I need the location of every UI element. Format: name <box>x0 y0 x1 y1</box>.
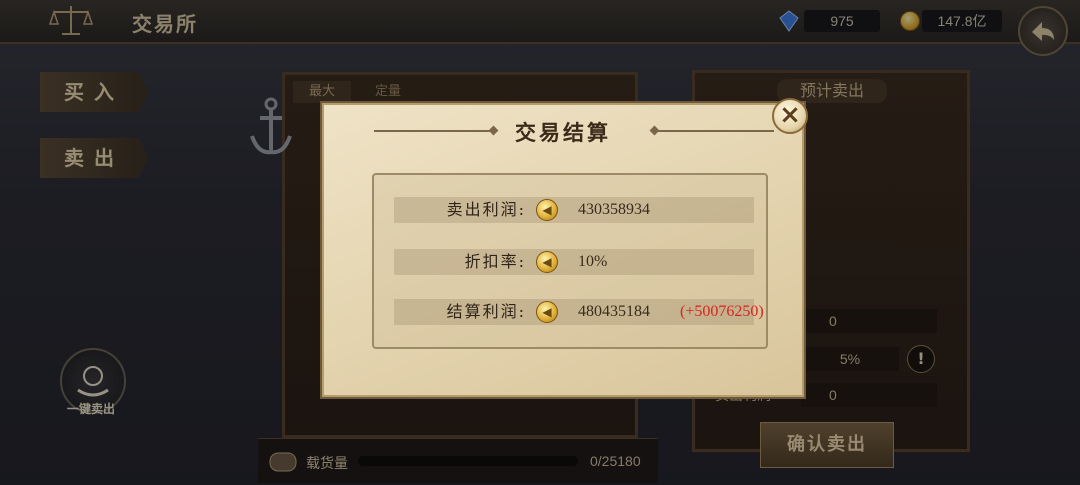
row-label: 折扣率: <box>464 252 526 271</box>
settlement-dialog: 交易结算 卖出利润: ◀ 430358934 折扣率: ◀ 10% 结算利润: … <box>322 103 804 397</box>
settlement-row-profit: 卖出利润: ◀ 430358934 <box>394 197 754 223</box>
dialog-title: 交易结算 <box>515 120 611 145</box>
settlement-row-discount: 折扣率: ◀ 10% <box>394 249 754 275</box>
row-label: 卖出利润: <box>446 200 526 219</box>
row-value: 480435184 <box>578 303 650 320</box>
row-value: 10% <box>578 253 608 270</box>
row-label: 结算利润: <box>446 302 526 321</box>
row-value: 430358934 <box>578 201 650 218</box>
title-ornament-right <box>654 130 774 132</box>
settlement-row-final: 结算利润: ◀ 480435184 (+50076250) <box>394 299 764 325</box>
close-icon: × <box>779 100 801 130</box>
settlement-table: 卖出利润: ◀ 430358934 折扣率: ◀ 10% 结算利润: ◀ 480… <box>372 173 768 349</box>
close-button[interactable]: × <box>772 98 808 134</box>
coin-icon: ◀ <box>536 301 558 323</box>
coin-icon: ◀ <box>536 251 558 273</box>
coin-icon: ◀ <box>536 199 558 221</box>
bonus-value: (+50076250) <box>680 303 764 320</box>
